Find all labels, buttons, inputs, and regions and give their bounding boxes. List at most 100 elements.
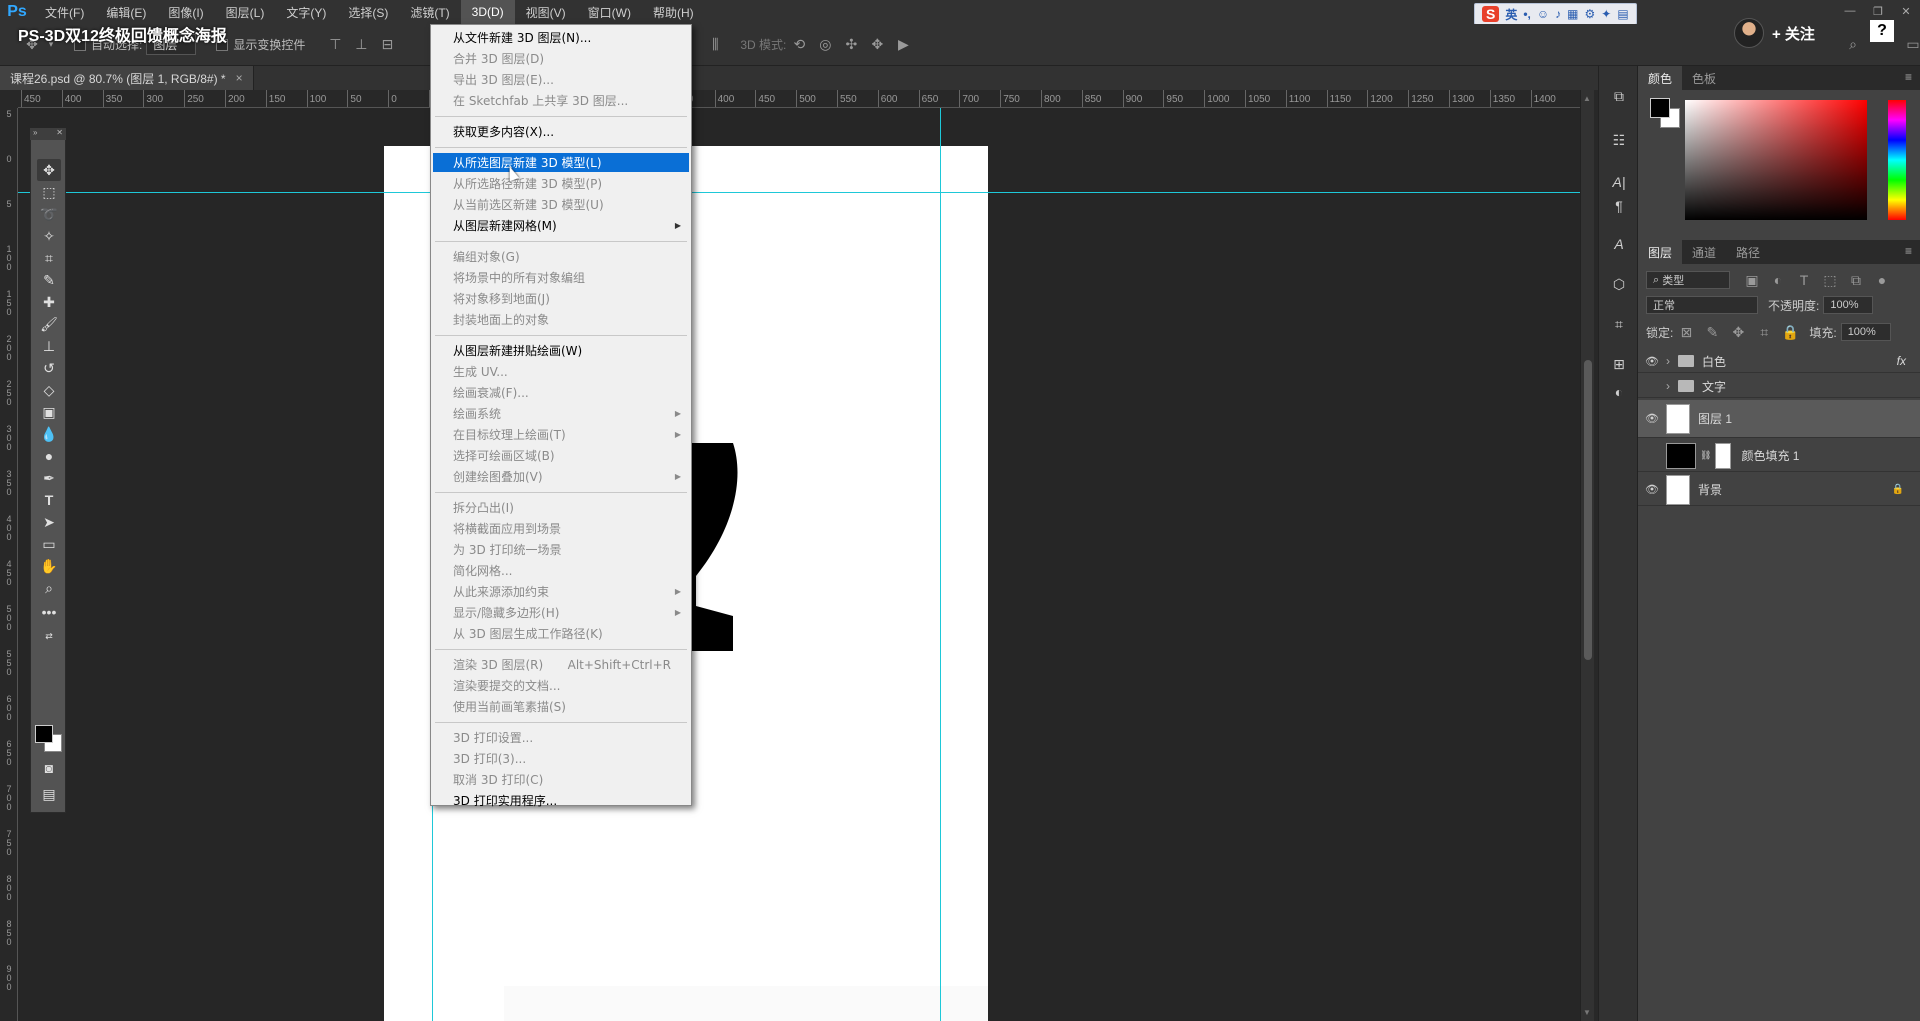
zoom-tool-icon[interactable]: ⌕ [37,577,61,599]
hue-slider[interactable] [1888,100,1906,220]
path-select-icon[interactable]: ➤ [37,511,61,533]
tab-channels[interactable]: 通道 [1682,240,1726,264]
stamp-tool-icon[interactable]: ⊥ [37,335,61,357]
chevron-right-icon[interactable]: › [1666,354,1670,368]
menu-3d-item[interactable]: 显示/隐藏多边形(H) ▶ [433,603,689,622]
fill-input[interactable]: 100% [1840,323,1891,341]
menu-item[interactable]: 视图(V) [515,0,577,24]
avatar[interactable] [1734,18,1764,48]
move-tool-icon[interactable]: ✥ [37,159,61,181]
filter-smart-icon[interactable]: ⧉ [1846,270,1866,290]
layer-thumbnail[interactable] [1666,403,1690,434]
menu-3d-item[interactable]: 在 Sketchfab 上共享 3D 图层... [433,91,689,110]
distribute-icon[interactable]: ⫼ [705,35,725,55]
collapse-icon[interactable]: » [33,128,37,140]
ime-punct[interactable]: •, [1523,7,1531,21]
menu-3d-item[interactable]: 合并 3D 图层(D) [433,49,689,68]
more-tools-icon[interactable]: ••• [37,601,61,623]
tab-swatches[interactable]: 色板 [1682,66,1726,90]
panel-menu-icon[interactable]: ≡ [1905,244,1912,258]
crop-icon[interactable]: ⌗ [1607,312,1631,336]
filter-type-icon[interactable]: T [1794,270,1814,290]
help-icon[interactable]: ? [1870,20,1894,42]
minimize-icon[interactable]: — [1836,0,1864,22]
layer-row[interactable]: 👁 背景 🔒 [1638,474,1920,506]
ime-lang[interactable]: 英 [1505,6,1517,23]
menu-item[interactable]: 图层(L) [215,0,276,24]
mic-icon[interactable]: ♪ [1555,7,1561,21]
marquee-tool-icon[interactable]: ⬚ [37,181,61,203]
menu-3d-item[interactable]: 从此来源添加约束 ▶ [433,582,689,601]
link-icon[interactable]: ⛓ [1700,450,1711,461]
filter-toggle-icon[interactable]: ● [1872,270,1892,290]
slide-3d-icon[interactable]: ✥ [867,35,887,55]
panel-menu-icon[interactable]: ≡ [1905,70,1912,84]
layer-name[interactable]: 颜色填充 1 [1741,447,1799,464]
gradient-tool-icon[interactable]: ▣ [37,401,61,423]
history-icon[interactable]: ⧉ [1607,84,1631,108]
opacity-input[interactable]: 100% [1823,296,1874,314]
brush-tool-icon[interactable]: 🖌 [37,313,61,335]
menu-3d-item[interactable]: 从文件新建 3D 图层(N)... [433,28,689,47]
layer-row[interactable]: 👁› 文字 [1638,375,1920,398]
healing-brush-icon[interactable]: ✚ [37,291,61,313]
3d-icon[interactable]: ⬡ [1607,272,1631,296]
quick-mask-icon[interactable]: ◙ [37,757,61,779]
magic-wand-icon[interactable]: ✧ [37,225,61,247]
menu-3d-item[interactable]: 在目标纹理上绘画(T) ▶ [433,425,689,444]
tab-layers[interactable]: 图层 [1638,240,1683,264]
menu-3d-item[interactable]: 编组对象(G) [433,247,689,266]
adjustments-icon[interactable]: ◐ [1607,380,1631,404]
visibility-eye-icon[interactable]: 👁 [1638,355,1666,368]
filter-kind-dropdown[interactable]: ⌕ 类型 [1646,271,1730,289]
menu-3d-item[interactable]: 选择可绘画区域(B) [433,446,689,465]
dodge-tool-icon[interactable]: ● [37,445,61,467]
align-top-icon[interactable]: ⊤ [325,35,345,55]
close-icon[interactable]: × [236,71,243,85]
menu-3d-item[interactable]: 创建绘图叠加(V) ▶ [433,467,689,486]
workspace-icon[interactable]: ▭ [1903,35,1920,55]
crop-tool-icon[interactable]: ⌗ [37,247,61,269]
menu-3d-item[interactable]: 3D 打印实用程序... [433,791,689,810]
screen-mode-icon[interactable]: ▤ [37,783,61,805]
lock-all-icon[interactable]: 🔒 [1780,322,1800,342]
lock-artboard-icon[interactable]: ⌗ [1754,322,1774,342]
search-icon[interactable]: ⌕ [1843,35,1863,55]
menu-item[interactable]: 3D(D) [460,0,515,24]
sogou-icon[interactable]: S [1482,6,1500,22]
hand-tool-icon[interactable]: ✋ [37,555,61,577]
menu-3d-item[interactable]: 从 3D 图层生成工作路径(K) [433,624,689,643]
menu-3d-item[interactable]: 为 3D 打印统一场景 [433,540,689,559]
menu-3d-item[interactable]: 将横截面应用到场景 [433,519,689,538]
shape-tool-icon[interactable]: ▭ [37,533,61,555]
menu-3d-item[interactable]: 取消 3D 打印(C) [433,770,689,789]
menu-3d-item[interactable]: 导出 3D 图层(E)... [433,70,689,89]
keyboard-icon[interactable]: ▦ [1567,7,1578,21]
menu-3d-item[interactable]: 从所选路径新建 3D 模型(P) [433,174,689,193]
close-icon[interactable]: ✕ [1892,0,1920,22]
libraries-icon[interactable]: ⊞ [1607,352,1631,376]
align-bottom-icon[interactable]: ⊟ [377,35,397,55]
foreground-color[interactable] [35,725,53,743]
restore-icon[interactable]: ❐ [1864,0,1892,22]
layer-name[interactable]: 白色 [1702,353,1726,370]
color-field[interactable] [1685,100,1867,220]
close-icon[interactable]: ✕ [56,128,63,140]
visibility-eye-icon[interactable]: 👁 [1638,412,1666,425]
filter-pixel-icon[interactable]: ▣ [1742,270,1762,290]
lock-transparent-icon[interactable]: ⊠ [1676,322,1696,342]
horizontal-guide[interactable] [18,192,1580,193]
orbit-3d-icon[interactable]: ⟲ [789,35,809,55]
lasso-tool-icon[interactable]: ➰ [37,203,61,225]
tools-icon[interactable]: ⚙ [1585,7,1596,21]
layer-name[interactable]: 图层 1 [1698,410,1732,427]
tab-color[interactable]: 颜色 [1638,66,1683,90]
paragraph-icon[interactable]: ¶ [1607,194,1631,218]
menu-3d-item[interactable]: 从图层新建网格(M) ▶ [433,216,689,235]
layer-row[interactable]: 👁 ⛓ 颜色填充 1 [1638,440,1920,472]
fill-thumbnail[interactable] [1666,442,1696,469]
fx-icon[interactable]: fx [1897,354,1906,368]
scroll-down-icon[interactable]: ▼ [1583,1008,1591,1017]
menu-item[interactable]: 帮助(H) [642,0,705,24]
menu-3d-item[interactable]: 拆分凸出(I) [433,498,689,517]
